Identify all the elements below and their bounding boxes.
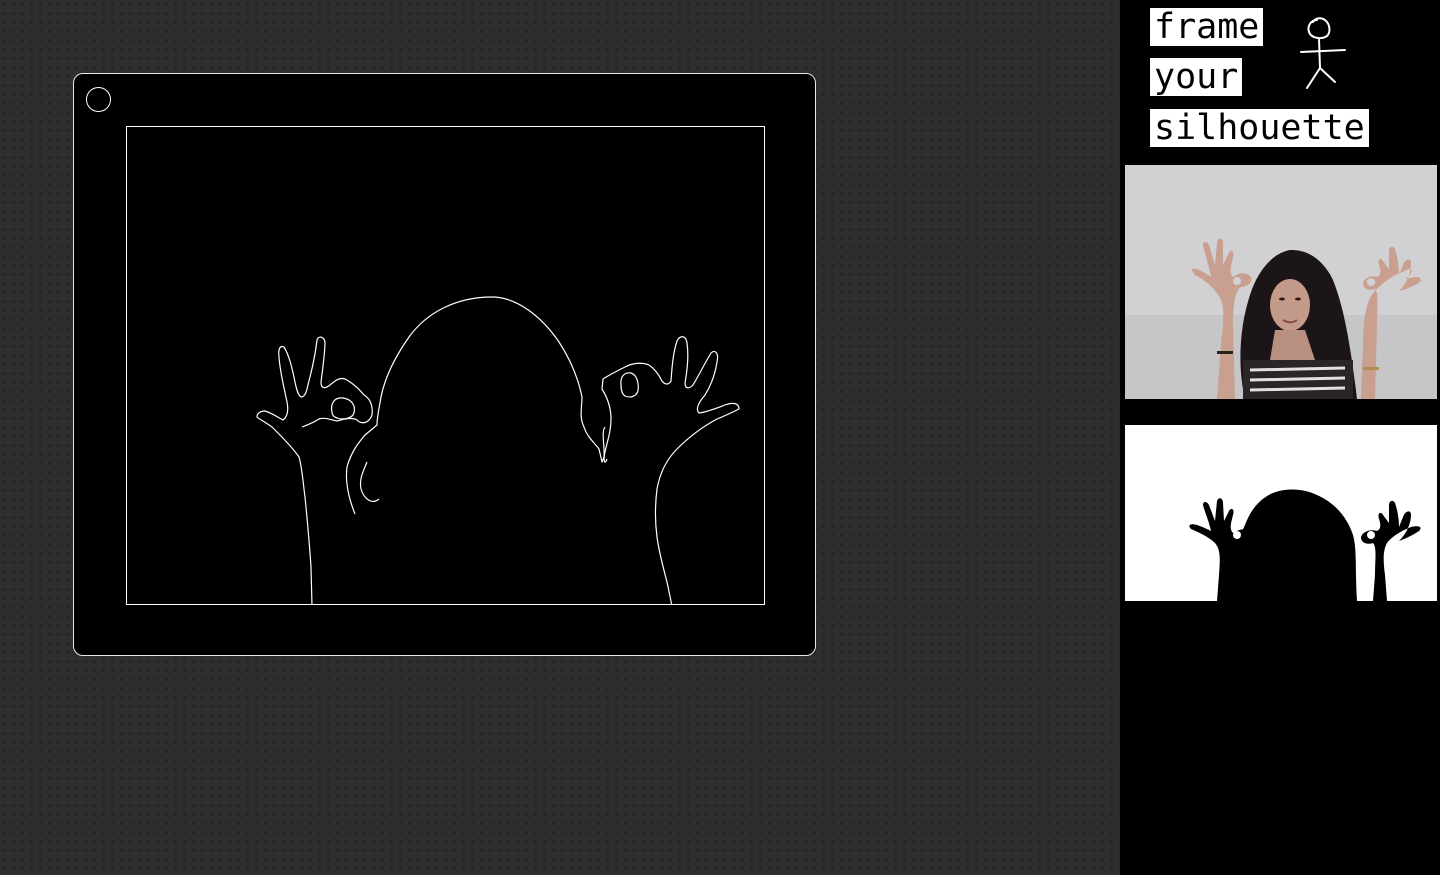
app-title-word-2: your xyxy=(1150,58,1243,96)
app-title-word-3: silhouette xyxy=(1150,109,1369,147)
silhouette-mask xyxy=(1125,425,1437,601)
webcam-feed xyxy=(1125,165,1437,399)
silhouette-mask-image xyxy=(1189,489,1421,601)
silhouette-outline-canvas xyxy=(126,126,765,605)
app-title-word-1: frame xyxy=(1150,8,1264,46)
webcam-image xyxy=(1125,165,1437,399)
circle-button-icon[interactable] xyxy=(86,87,111,112)
stick-figure-icon xyxy=(1300,17,1346,89)
silhouette-frame xyxy=(73,73,816,656)
side-panel: frame your silhouette xyxy=(1120,0,1440,875)
silhouette-outline-drawing xyxy=(256,296,740,604)
